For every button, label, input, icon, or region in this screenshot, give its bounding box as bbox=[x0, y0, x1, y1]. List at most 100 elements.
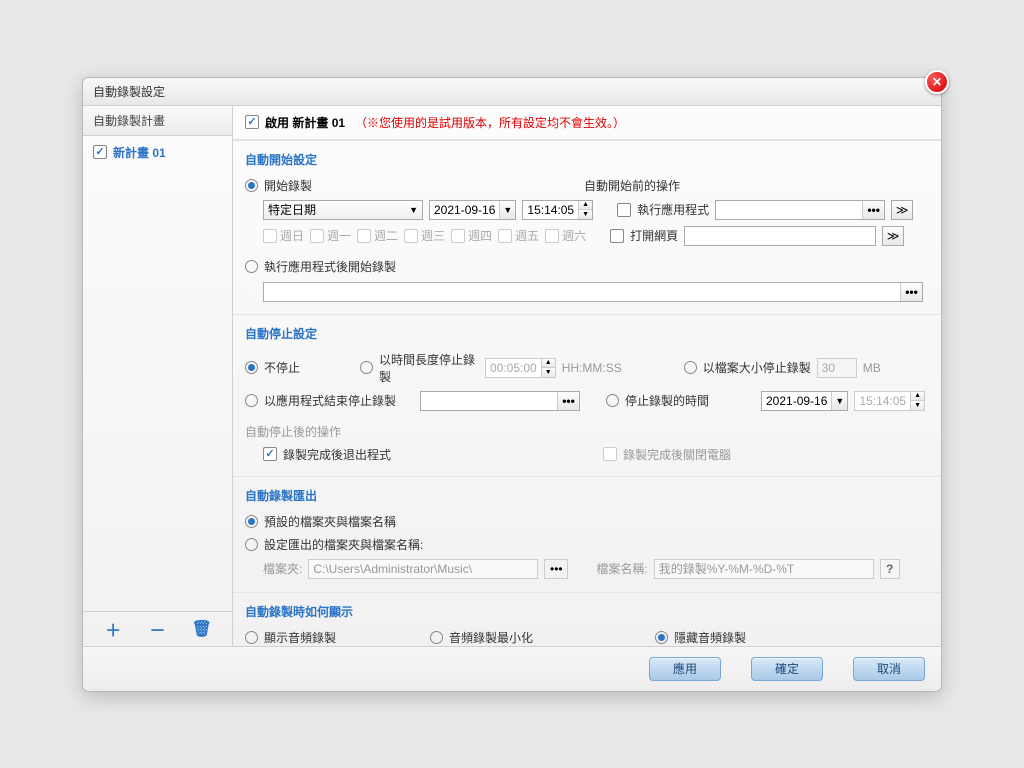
help-button[interactable]: ? bbox=[880, 559, 900, 579]
cancel-button[interactable]: 取消 bbox=[853, 657, 925, 681]
display-min-label: 音頻錄製最小化 bbox=[449, 629, 649, 646]
by-duration-radio[interactable] bbox=[360, 361, 373, 374]
duration-input[interactable]: 00:05:00 ▲▼ bbox=[485, 358, 556, 378]
stop-time-radio[interactable] bbox=[606, 394, 619, 407]
after-stop-row: 錄製完成後退出程式 錄製完成後關閉電腦 bbox=[263, 443, 929, 466]
name-input[interactable]: 我的錄製%Y-%M-%D-%T bbox=[654, 559, 874, 579]
size-input[interactable]: 30 bbox=[817, 358, 857, 378]
browse-button-2[interactable]: ••• bbox=[900, 283, 922, 301]
folder-browse-button[interactable]: ••• bbox=[544, 559, 568, 579]
export-section: 自動錄製匯出 預設的檔案夾與檔案名稱 設定匯出的檔案夾與檔案名稱: 檔案夾: C… bbox=[233, 476, 941, 592]
stop-row-2: 以應用程式結束停止錄製 ••• 停止錄製的時間 2021-09-16 ▼ 15:… bbox=[245, 388, 929, 414]
display-hide-radio[interactable] bbox=[655, 631, 668, 644]
no-stop-radio[interactable] bbox=[245, 361, 258, 374]
start-date-input[interactable]: 2021-09-16 ▼ bbox=[429, 200, 516, 220]
size-unit: MB bbox=[863, 361, 881, 375]
enable-checkbox[interactable] bbox=[245, 115, 259, 129]
display-show-radio[interactable] bbox=[245, 631, 258, 644]
after-app-input[interactable]: ••• bbox=[263, 282, 923, 302]
display-show-label: 顯示音頻錄製 bbox=[264, 629, 424, 646]
close-button[interactable]: ✕ bbox=[925, 70, 949, 94]
run-app-arrow[interactable]: ≫ bbox=[891, 200, 913, 220]
open-web-input[interactable] bbox=[684, 226, 876, 246]
export-default-label: 預設的檔案夾與檔案名稱 bbox=[264, 513, 396, 530]
start-config-row: 特定日期 ▼ 2021-09-16 ▼ 15:14:05 ▲▼ 執行應用程式 bbox=[263, 197, 929, 223]
folder-label: 檔案夾: bbox=[263, 560, 302, 577]
display-min-radio[interactable] bbox=[430, 631, 443, 644]
day-sat-checkbox[interactable] bbox=[545, 229, 559, 243]
open-web-checkbox[interactable] bbox=[610, 229, 624, 243]
exit-after-label: 錄製完成後退出程式 bbox=[283, 446, 391, 463]
run-app-checkbox[interactable] bbox=[617, 203, 631, 217]
export-fields-row: 檔案夾: C:\Users\Administrator\Music\ ••• 檔… bbox=[263, 556, 929, 582]
date-type-select[interactable]: 特定日期 ▼ bbox=[263, 200, 423, 220]
stop-date-value: 2021-09-16 bbox=[762, 392, 831, 410]
export-custom-row: 設定匯出的檔案夾與檔案名稱: bbox=[245, 533, 929, 556]
day-sat: 週六 bbox=[562, 227, 586, 244]
display-row: 顯示音頻錄製 音頻錄製最小化 隱藏音頻錄製 bbox=[245, 626, 929, 646]
run-app-label: 執行應用程式 bbox=[637, 201, 709, 218]
delete-plan-button[interactable]: 🗑 bbox=[191, 618, 213, 640]
dialog-title: 自動錄製設定 bbox=[93, 83, 165, 100]
open-web-arrow[interactable]: ≫ bbox=[882, 226, 904, 246]
day-mon: 週一 bbox=[327, 227, 351, 244]
day-wed-checkbox[interactable] bbox=[404, 229, 418, 243]
browse-button[interactable]: ••• bbox=[862, 201, 884, 219]
export-custom-label: 設定匯出的檔案夾與檔案名稱: bbox=[264, 536, 423, 553]
stop-date-drop-icon[interactable]: ▼ bbox=[831, 392, 847, 410]
app-end-input[interactable]: ••• bbox=[420, 391, 580, 411]
export-title: 自動錄製匯出 bbox=[245, 483, 929, 510]
start-row: 開始錄製 自動開始前的操作 bbox=[245, 174, 929, 197]
before-op-label: 自動開始前的操作 bbox=[584, 177, 680, 194]
day-fri-checkbox[interactable] bbox=[498, 229, 512, 243]
start-time-input[interactable]: 15:14:05 ▲▼ bbox=[522, 200, 593, 220]
name-label: 檔案名稱: bbox=[596, 560, 647, 577]
caret-icon: ▼ bbox=[409, 205, 418, 215]
enable-row: 啟用 新計畫 01 （※您使用的是試用版本，所有設定均不會生效。） bbox=[233, 106, 941, 140]
duration-value: 00:05:00 bbox=[486, 359, 541, 377]
by-app-end-radio[interactable] bbox=[245, 394, 258, 407]
day-wed: 週三 bbox=[421, 227, 445, 244]
plus-icon: ＋ bbox=[105, 617, 121, 641]
after-app-radio[interactable] bbox=[245, 260, 258, 273]
run-app-input[interactable]: ••• bbox=[715, 200, 885, 220]
exit-after-checkbox[interactable] bbox=[263, 447, 277, 461]
folder-input[interactable]: C:\Users\Administrator\Music\ bbox=[308, 559, 538, 579]
time-spinner[interactable]: ▲▼ bbox=[578, 201, 592, 219]
auto-start-title: 自動開始設定 bbox=[245, 147, 929, 174]
browse-button-3[interactable]: ••• bbox=[557, 392, 579, 410]
plan-checkbox[interactable] bbox=[93, 145, 107, 159]
stop-row-1: 不停止 以時間長度停止錄製 00:05:00 ▲▼ HH:MM:SS 以檔案大小… bbox=[245, 348, 929, 388]
stop-time-input[interactable]: 15:14:05 ▲▼ bbox=[854, 391, 925, 411]
auto-stop-section: 自動停止設定 不停止 以時間長度停止錄製 00:05:00 ▲▼ HH:MM:S… bbox=[233, 314, 941, 476]
stop-time-label: 停止錄製的時間 bbox=[625, 392, 755, 409]
enable-plan-name: 新計畫 01 bbox=[292, 116, 345, 130]
ok-button[interactable]: 確定 bbox=[751, 657, 823, 681]
add-plan-button[interactable]: ＋ bbox=[102, 618, 124, 640]
stop-time-spinner[interactable]: ▲▼ bbox=[910, 392, 924, 410]
day-tue-checkbox[interactable] bbox=[357, 229, 371, 243]
day-thu: 週四 bbox=[468, 227, 492, 244]
display-hide-label: 隱藏音頻錄製 bbox=[674, 629, 746, 646]
title-bar: 自動錄製設定 ✕ bbox=[83, 78, 941, 106]
export-default-radio[interactable] bbox=[245, 515, 258, 528]
by-size-radio[interactable] bbox=[684, 361, 697, 374]
apply-button[interactable]: 應用 bbox=[649, 657, 721, 681]
trash-icon: 🗑 bbox=[192, 619, 212, 639]
duration-spinner[interactable]: ▲▼ bbox=[541, 359, 555, 377]
date-drop-icon[interactable]: ▼ bbox=[499, 201, 515, 219]
day-mon-checkbox[interactable] bbox=[310, 229, 324, 243]
start-recording-radio[interactable] bbox=[245, 179, 258, 192]
plan-item[interactable]: 新計畫 01 bbox=[83, 136, 232, 169]
enable-label: 啟用 bbox=[265, 116, 289, 130]
day-sun: 週日 bbox=[280, 227, 304, 244]
remove-plan-button[interactable]: － bbox=[146, 618, 168, 640]
stop-date-input[interactable]: 2021-09-16 ▼ bbox=[761, 391, 848, 411]
sidebar-footer: ＋ － 🗑 bbox=[83, 611, 232, 646]
export-custom-radio[interactable] bbox=[245, 538, 258, 551]
shutdown-after-checkbox[interactable] bbox=[603, 447, 617, 461]
open-web-label: 打開網頁 bbox=[630, 227, 678, 244]
day-sun-checkbox[interactable] bbox=[263, 229, 277, 243]
day-thu-checkbox[interactable] bbox=[451, 229, 465, 243]
day-fri: 週五 bbox=[515, 227, 539, 244]
